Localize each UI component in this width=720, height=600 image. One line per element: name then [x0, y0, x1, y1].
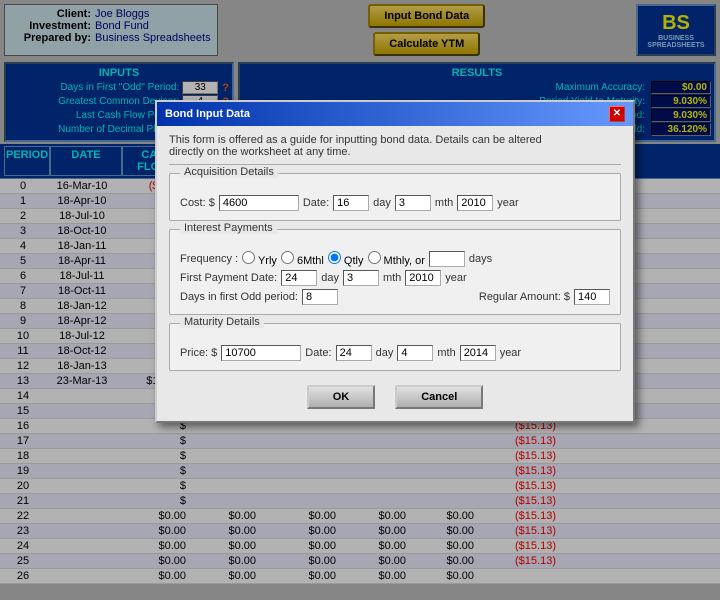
freq-yrly-label[interactable]: Yrly: [242, 251, 277, 267]
date-label: Date:: [303, 197, 329, 209]
dialog-title-bar: Bond Input Data ✕: [157, 102, 633, 126]
odd-period-input[interactable]: [302, 289, 338, 305]
fp-day-label: day: [321, 272, 339, 284]
freq-label: Frequency :: [180, 253, 238, 265]
mat-mth-input[interactable]: [397, 345, 433, 361]
acquisition-title: Acquisition Details: [180, 166, 278, 178]
bond-input-dialog: Bond Input Data ✕ This form is offered a…: [155, 100, 635, 423]
frequency-row: Frequency : Yrly 6Mthl Qtly Mthly, or da…: [180, 251, 610, 267]
mat-day-input[interactable]: [336, 345, 372, 361]
dialog-buttons: OK Cancel: [169, 379, 621, 413]
regular-label: Regular Amount: $: [479, 291, 570, 303]
mat-year-label: year: [500, 347, 521, 359]
odd-period-label: Days in first Odd period:: [180, 291, 298, 303]
mat-year-input[interactable]: [460, 345, 496, 361]
price-input[interactable]: [221, 345, 301, 361]
freq-days-input[interactable]: [429, 251, 465, 267]
dialog-intro-text: This form is offered as a guide for inpu…: [169, 134, 621, 165]
acq-day-input[interactable]: [333, 195, 369, 211]
fp-mth-input[interactable]: [343, 270, 379, 286]
acq-day-label: day: [373, 197, 391, 209]
freq-6mthl-radio[interactable]: [281, 251, 294, 264]
acq-year-input[interactable]: [457, 195, 493, 211]
freq-qtly-label[interactable]: Qtly: [328, 251, 364, 267]
odd-period-row: Days in first Odd period: Regular Amount…: [180, 289, 610, 305]
dialog-body: This form is offered as a guide for inpu…: [157, 126, 633, 421]
price-label: Price: $: [180, 347, 217, 359]
interest-title: Interest Payments: [180, 222, 277, 234]
cost-label: Cost: $: [180, 197, 215, 209]
freq-qtly-radio[interactable]: [328, 251, 341, 264]
maturity-section: Maturity Details Price: $ Date: day mth …: [169, 323, 621, 371]
freq-mthly-radio[interactable]: [368, 251, 381, 264]
dialog-close-button[interactable]: ✕: [609, 106, 625, 122]
fp-mth-label: mth: [383, 272, 401, 284]
acq-mth-input[interactable]: [395, 195, 431, 211]
freq-yrly-radio[interactable]: [242, 251, 255, 264]
first-payment-row: First Payment Date: day mth year: [180, 270, 610, 286]
acquisition-row: Cost: $ Date: day mth year: [180, 195, 610, 211]
freq-6mthl-label[interactable]: 6Mthl: [281, 251, 324, 267]
mat-mth-label: mth: [437, 347, 455, 359]
maturity-row: Price: $ Date: day mth year: [180, 345, 610, 361]
regular-amount-input[interactable]: [574, 289, 610, 305]
fp-year-input[interactable]: [405, 270, 441, 286]
acq-mth-label: mth: [435, 197, 453, 209]
first-payment-label: First Payment Date:: [180, 272, 277, 284]
mat-day-label: day: [376, 347, 394, 359]
dialog-title-text: Bond Input Data: [165, 108, 250, 120]
fp-year-label: year: [445, 272, 466, 284]
acquisition-section: Acquisition Details Cost: $ Date: day mt…: [169, 173, 621, 221]
acq-year-label: year: [497, 197, 518, 209]
interest-section: Interest Payments Frequency : Yrly 6Mthl…: [169, 229, 621, 315]
cancel-button[interactable]: Cancel: [395, 385, 483, 409]
freq-mthly-label[interactable]: Mthly, or: [368, 251, 425, 267]
days-label: days: [469, 253, 492, 265]
mat-date-label: Date:: [305, 347, 331, 359]
ok-button[interactable]: OK: [307, 385, 376, 409]
maturity-title: Maturity Details: [180, 316, 264, 328]
fp-day-input[interactable]: [281, 270, 317, 286]
cost-input[interactable]: [219, 195, 299, 211]
